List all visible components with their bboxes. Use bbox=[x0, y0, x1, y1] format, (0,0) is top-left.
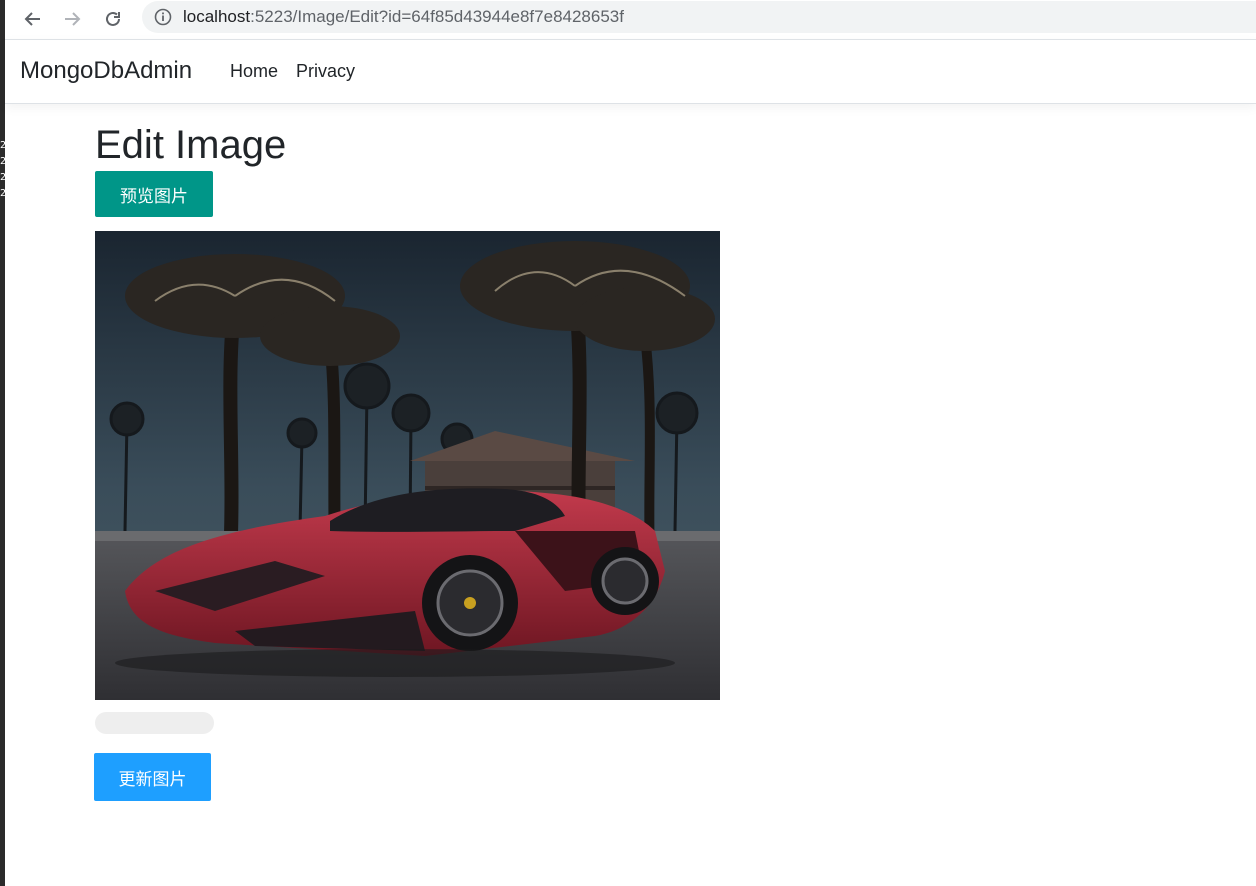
address-bar[interactable]: localhost:5223/Image/Edit?id=64f85d43944… bbox=[142, 1, 1256, 33]
edge-mark: 2 bbox=[0, 156, 7, 167]
page-title: Edit Image bbox=[95, 123, 287, 167]
arrow-left-icon bbox=[24, 12, 40, 26]
url-path: :5223/Image/Edit?id=64f85d43944e8f7e8428… bbox=[250, 7, 624, 26]
nav-link-home[interactable]: Home bbox=[230, 61, 278, 82]
upload-progress-bar bbox=[95, 712, 214, 734]
app-navbar: MongoDbAdmin Home Privacy bbox=[5, 39, 1256, 104]
car-photo bbox=[95, 231, 720, 700]
nav-link-privacy[interactable]: Privacy bbox=[296, 61, 355, 82]
browser-toolbar: localhost:5223/Image/Edit?id=64f85d43944… bbox=[5, 0, 1256, 38]
url-text[interactable]: localhost:5223/Image/Edit?id=64f85d43944… bbox=[183, 7, 624, 27]
back-button[interactable] bbox=[19, 5, 47, 33]
edge-mark: 2 bbox=[0, 172, 7, 183]
window-edge-marks: 2 2 2 2 bbox=[0, 138, 6, 202]
navbar-brand[interactable]: MongoDbAdmin bbox=[20, 57, 192, 85]
preview-image-button[interactable]: 预览图片 bbox=[95, 171, 213, 217]
reload-button[interactable] bbox=[99, 5, 127, 33]
edge-mark: 2 bbox=[0, 188, 7, 199]
window-edge bbox=[0, 0, 5, 886]
info-icon[interactable] bbox=[154, 8, 172, 26]
url-host: localhost bbox=[183, 7, 251, 26]
reload-icon bbox=[106, 11, 120, 26]
forward-button[interactable] bbox=[58, 5, 86, 33]
update-image-button[interactable]: 更新图片 bbox=[94, 753, 211, 801]
image-preview bbox=[95, 231, 720, 700]
edge-mark: 2 bbox=[0, 140, 7, 151]
arrow-right-icon bbox=[65, 12, 81, 26]
